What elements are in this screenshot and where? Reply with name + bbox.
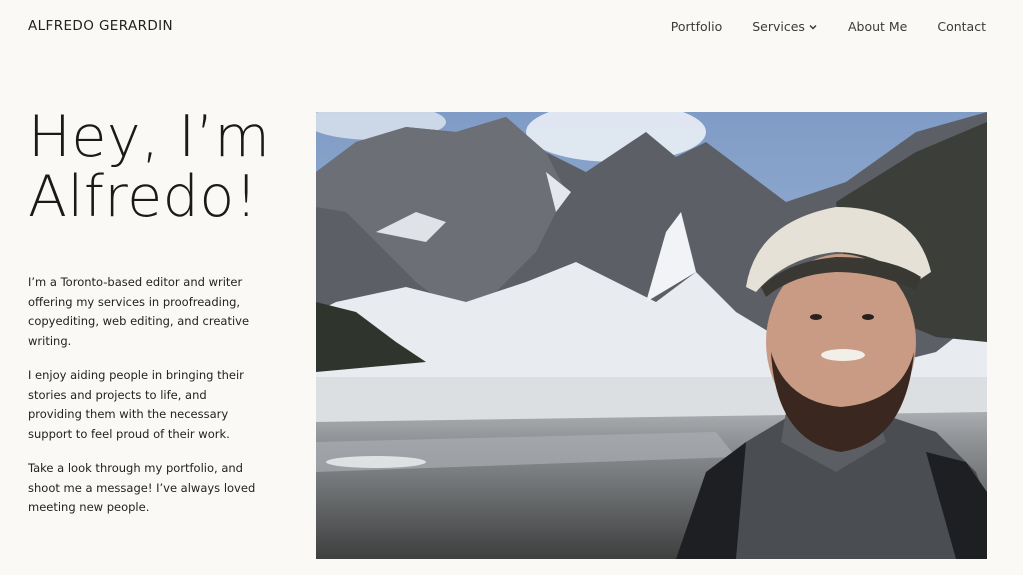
nav-item-services[interactable]: Services xyxy=(752,19,818,34)
nav-item-label: Contact xyxy=(937,19,986,34)
hero-headline: Hey, I’m Alfredo! xyxy=(28,104,328,230)
bio-paragraph: I’m a Toronto-based editor and writer of… xyxy=(28,275,250,348)
site-title[interactable]: ALFREDO GERARDIN xyxy=(28,18,173,34)
bio-paragraph: Take a look through my portfolio, and sh… xyxy=(28,461,256,514)
hero-photo xyxy=(316,112,987,559)
nav-item-portfolio[interactable]: Portfolio xyxy=(671,19,722,34)
headline-line-1: Hey, I’m xyxy=(28,104,271,170)
bio-paragraph: I enjoy aiding people in bringing their … xyxy=(28,368,244,441)
nav-item-label: About Me xyxy=(847,19,908,34)
headline-line-2: Alfredo! xyxy=(28,163,259,230)
main-nav: Portfolio Services About Me Contact xyxy=(671,19,986,34)
nav-item-label: Portfolio xyxy=(670,19,723,34)
nav-item-about-me[interactable]: About Me xyxy=(848,19,907,34)
hero-bio: I’m a Toronto-based editor and writer of… xyxy=(28,273,258,533)
nav-item-label: Services xyxy=(752,19,805,34)
nav-item-contact[interactable]: Contact xyxy=(937,19,986,34)
site-header: ALFREDO GERARDIN Portfolio Services Abou… xyxy=(0,0,1023,54)
chevron-down-icon xyxy=(808,22,818,32)
